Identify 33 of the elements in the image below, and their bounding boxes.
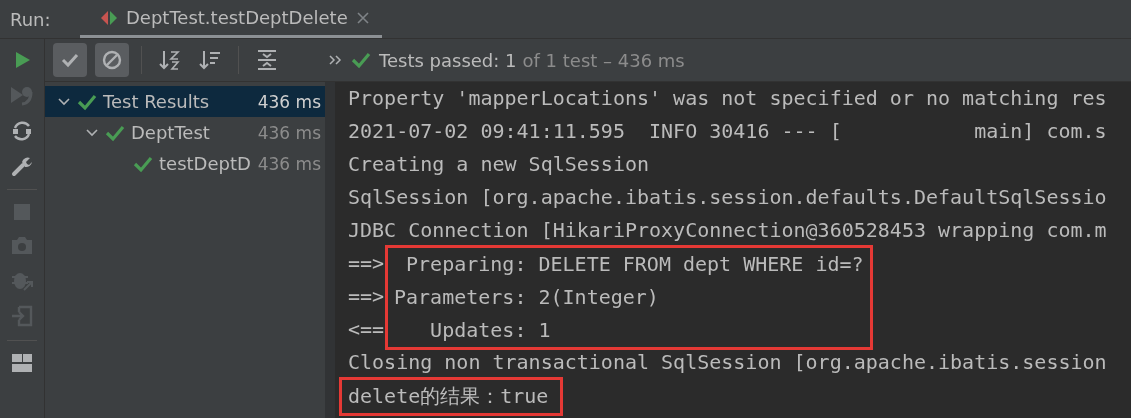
console-line: Preparing: DELETE FROM dept WHERE id=? — [405, 251, 864, 278]
run-config-icon — [100, 8, 118, 27]
sort-alpha-icon[interactable] — [158, 48, 182, 72]
console-line: SqlSession [org.apache.ibatis.session.defaults.DefaultSqlSessio — [348, 184, 1107, 211]
close-icon[interactable] — [355, 10, 370, 25]
run-tab[interactable]: DeptTest.testDeptDelete — [80, 0, 382, 38]
tree-item[interactable]: Test Results 436 ms — [45, 86, 325, 117]
tree-item[interactable]: testDeptD 436 ms — [45, 148, 325, 179]
show-ignored-button[interactable] — [95, 43, 129, 77]
tests-summary-text: of 1 test – 436 ms — [522, 49, 685, 71]
prohibited-icon — [101, 49, 123, 71]
console-line: Property 'mapperLocations' was not specified or no matching res — [348, 85, 1107, 112]
collapse-icon[interactable] — [255, 48, 279, 72]
tree-item[interactable]: DeptTest 436 ms — [45, 117, 325, 148]
wrench-icon[interactable] — [11, 155, 33, 177]
console-prefix: <== — [348, 316, 385, 343]
sort-duration-icon[interactable] — [198, 48, 222, 72]
console-line: Updates: 1 — [429, 317, 552, 344]
show-passed-button[interactable] — [53, 43, 87, 77]
console-prefix: ==> — [348, 283, 385, 310]
console-line: Parameters: 2(Integer) — [394, 284, 660, 311]
console-line: Creating a new SqlSession — [348, 151, 651, 178]
toggle-icon[interactable] — [11, 119, 33, 143]
console-line: 2021-07-02 09:41:11.595 INFO 30416 --- [ main] com.s — [348, 118, 1107, 145]
check-icon — [351, 50, 371, 70]
console-line: JDBC Connection [HikariProxyConnection@360528453 wrapping com.m — [348, 217, 1107, 244]
run-label: Run: — [9, 8, 52, 30]
console-prefix: ==> — [348, 250, 385, 277]
more-icon[interactable] — [327, 53, 343, 67]
tests-passed-text: Tests passed: 1 — [379, 49, 517, 71]
layout-icon[interactable] — [11, 353, 33, 373]
console-line: delete的结果：true — [348, 383, 549, 410]
console-line: Closing non transactional SqlSession [org.apache.ibatis.session — [348, 349, 1107, 376]
